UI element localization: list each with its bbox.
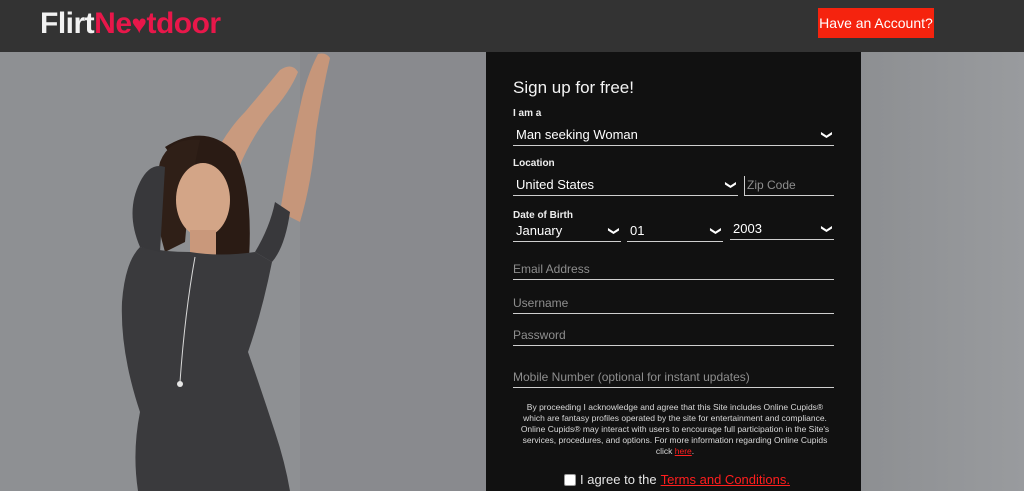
logo-text-flirt: Flirt: [40, 7, 95, 40]
username-input[interactable]: Username: [513, 294, 834, 314]
chevron-down-icon: ❯: [724, 180, 737, 190]
email-input[interactable]: Email Address: [513, 260, 834, 280]
signup-title: Sign up for free!: [513, 78, 634, 97]
online-cupids-here-link[interactable]: here: [675, 446, 692, 456]
hero-photo-right: [861, 52, 1024, 491]
chevron-down-icon: ❯: [607, 226, 620, 236]
seeking-value: Man seeking Woman: [516, 127, 638, 142]
username-placeholder: Username: [513, 296, 569, 310]
hero-photo: [0, 52, 486, 491]
dob-year-value: 2003: [733, 221, 762, 236]
top-bar: FlirtNe♥tdoor Have an Account?: [0, 0, 1024, 52]
legal-disclaimer: By proceeding I acknowledge and agree th…: [516, 402, 834, 457]
terms-agreement: I agree to the Terms and Conditions.: [564, 472, 790, 487]
mobile-placeholder: Mobile Number (optional for instant upda…: [513, 370, 750, 384]
dob-day-select[interactable]: 01 ❯: [627, 222, 723, 242]
woman-photo-illustration: [0, 52, 486, 491]
zip-code-input[interactable]: Zip Code: [744, 176, 834, 196]
logo-text-tdoor: tdoor: [146, 7, 221, 40]
mobile-number-input[interactable]: Mobile Number (optional for instant upda…: [513, 368, 834, 388]
legal-end: .: [691, 446, 695, 456]
terms-checkbox[interactable]: [564, 473, 576, 486]
have-account-button[interactable]: Have an Account?: [818, 8, 934, 38]
i-am-label: I am a: [513, 108, 542, 119]
password-input[interactable]: Password: [513, 326, 834, 346]
chevron-down-icon: ❯: [820, 224, 833, 234]
chevron-down-icon: ❯: [709, 226, 722, 236]
dob-year-select[interactable]: 2003 ❯: [730, 220, 834, 240]
heart-icon: ♥: [131, 9, 147, 39]
chevron-down-icon: ❯: [820, 130, 833, 140]
email-placeholder: Email Address: [513, 262, 590, 276]
site-logo[interactable]: FlirtNe♥tdoor: [40, 6, 221, 42]
dob-day-value: 01: [630, 223, 645, 238]
logo-text-ne: Ne: [94, 7, 132, 40]
dob-month-select[interactable]: January ❯: [513, 222, 621, 242]
password-placeholder: Password: [513, 328, 566, 342]
signup-panel: Sign up for free! I am a Man seeking Wom…: [486, 52, 861, 491]
dob-month-value: January: [516, 223, 563, 238]
country-select[interactable]: United States ❯: [513, 176, 738, 196]
dob-label: Date of Birth: [513, 210, 573, 221]
seeking-select[interactable]: Man seeking Woman ❯: [513, 126, 834, 146]
location-label: Location: [513, 158, 555, 169]
terms-link[interactable]: Terms and Conditions.: [661, 472, 790, 487]
zip-placeholder: Zip Code: [747, 178, 796, 192]
country-value: United States: [516, 177, 595, 192]
agree-text: I agree to the: [580, 472, 657, 487]
